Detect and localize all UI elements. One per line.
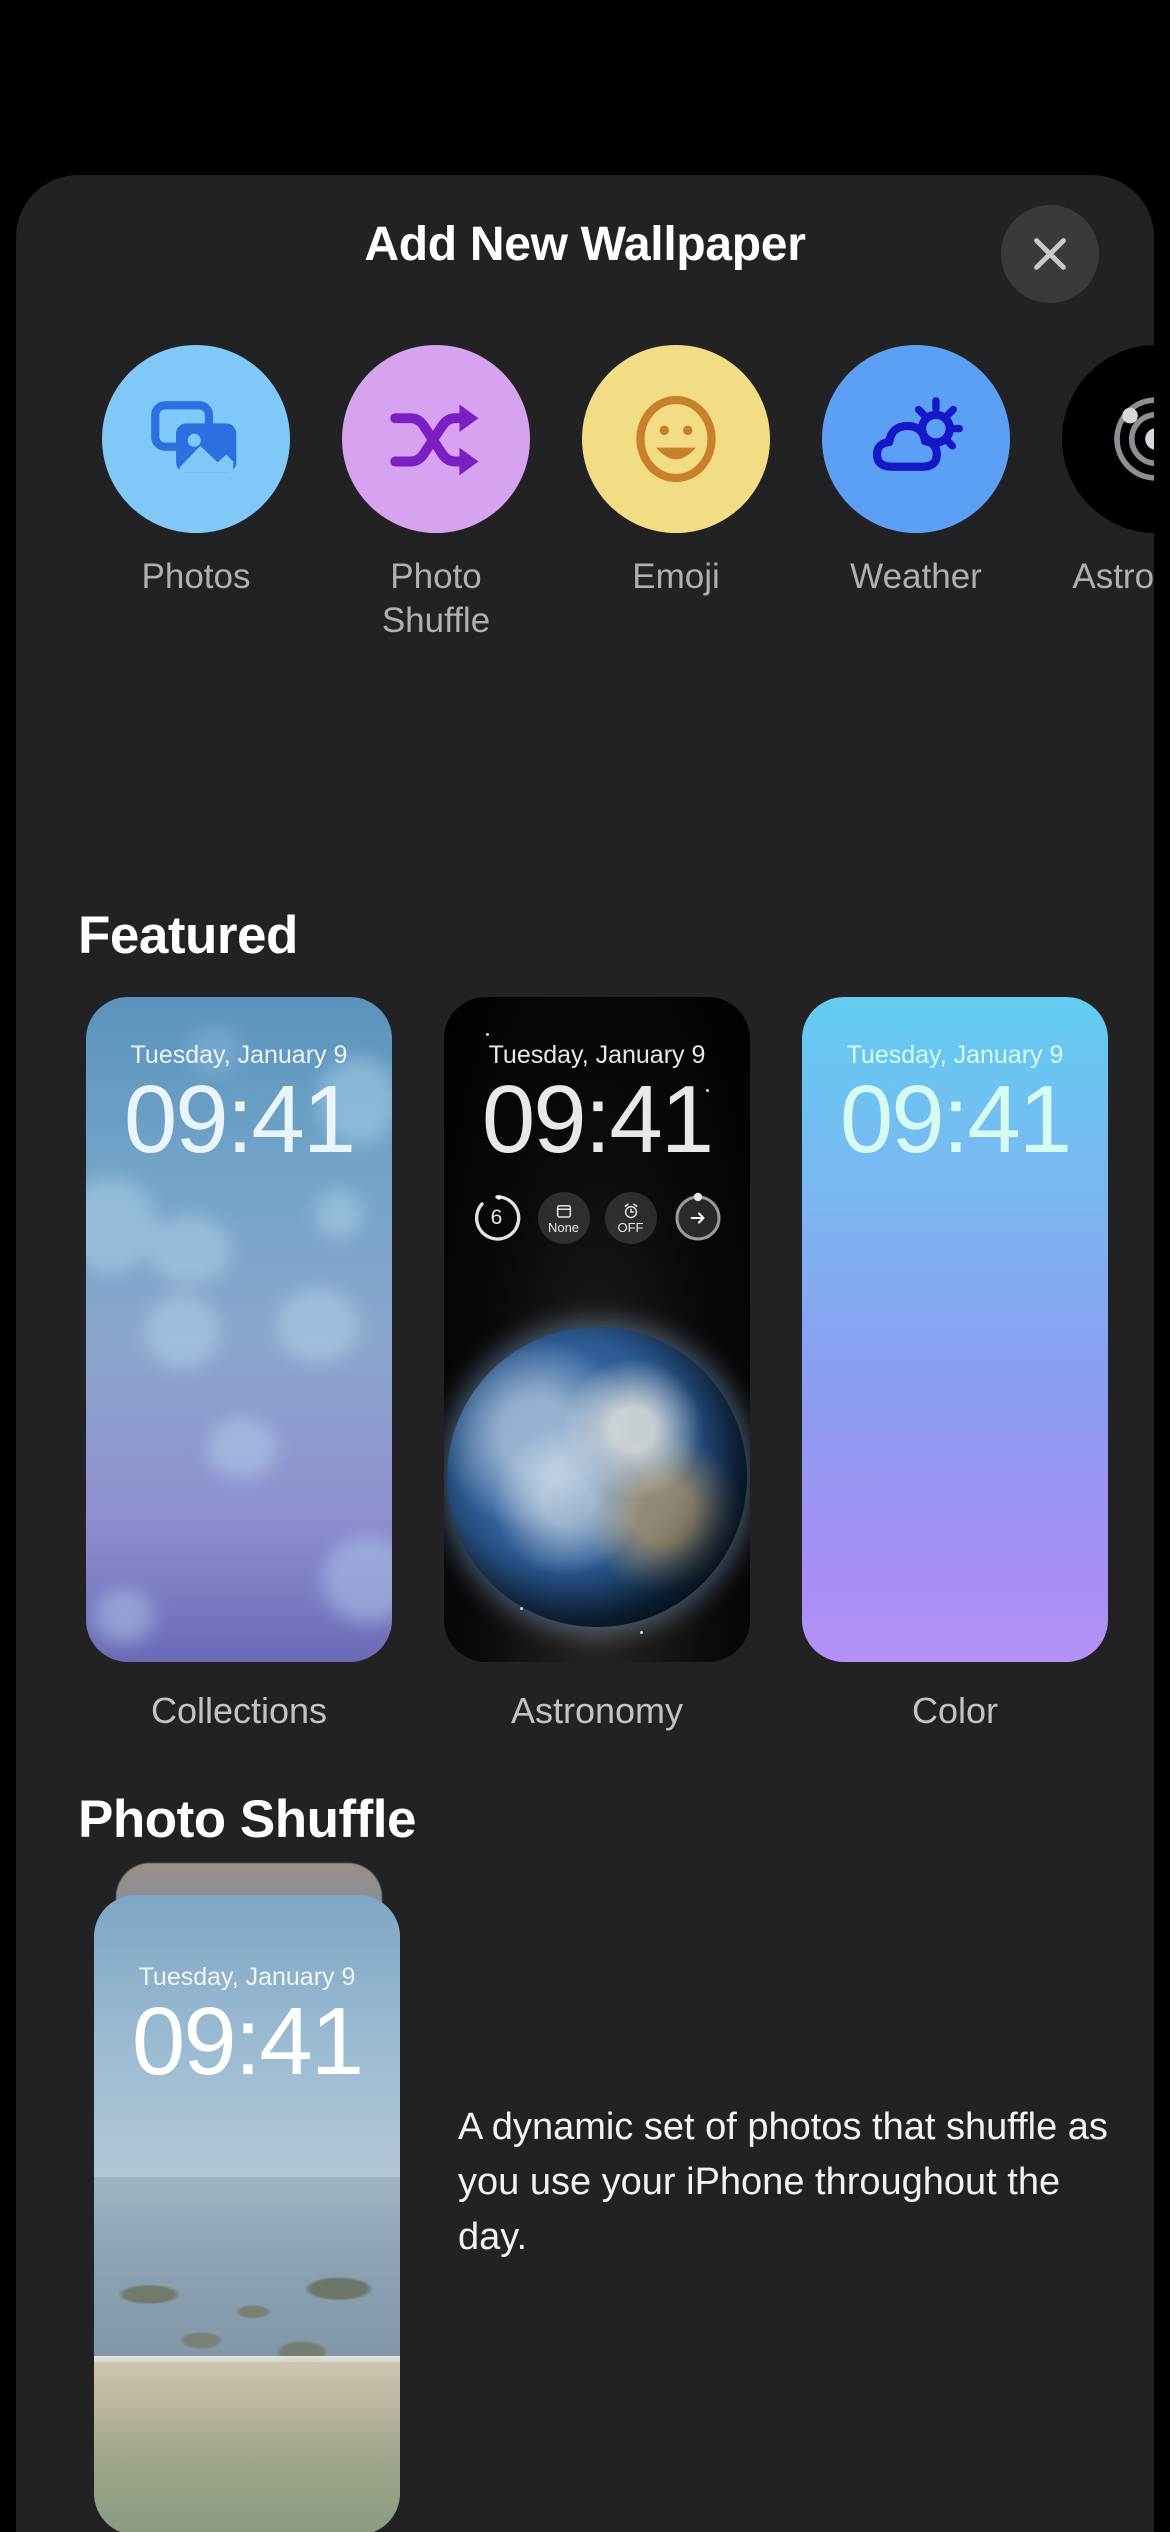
calendar-icon xyxy=(556,1204,571,1218)
wallpaper-preview-photo-shuffle[interactable]: Tuesday, January 9 09:41 xyxy=(94,1895,400,2532)
calendar-value: None xyxy=(547,1219,580,1235)
wallpaper-preview-collections[interactable]: Tuesday, January 9 09:41 xyxy=(86,997,392,1662)
photo-shuffle-card-wrap[interactable]: Tuesday, January 9 09:41 xyxy=(94,1863,400,2532)
lock-widget-row[interactable]: 6 None OFF xyxy=(444,1192,750,1244)
wallpaper-preview-astronomy[interactable]: Tuesday, January 9 09:41 6 None OFF xyxy=(444,997,750,1662)
category-emoji[interactable]: Emoji xyxy=(556,345,796,643)
emoji-circle xyxy=(582,345,770,533)
calendar-widget[interactable]: None xyxy=(537,1192,590,1244)
iphone-screen: Add New Wallpaper Photos Photo Shuffle E… xyxy=(0,0,1170,2532)
wallpaper-type-row[interactable]: Photos Photo Shuffle Emoji Weather Astro xyxy=(16,345,1154,643)
sheet-header: Add New Wallpaper xyxy=(16,175,1154,327)
lock-time: 09:41 xyxy=(481,1066,714,1173)
category-photos[interactable]: Photos xyxy=(76,345,316,643)
photo-shuffle-block: Tuesday, January 9 09:41 A dynamic set o… xyxy=(16,1863,1154,2532)
wallpaper-item-astronomy[interactable]: Tuesday, January 9 09:41 6 None OFF Astr… xyxy=(444,997,750,1732)
alarm-value: OFF xyxy=(617,1219,644,1235)
wallpaper-label: Astronomy xyxy=(510,1690,684,1731)
alarm-icon xyxy=(624,1203,637,1218)
wallpaper-item-collections[interactable]: Tuesday, January 9 09:41 Collections xyxy=(86,997,392,1732)
solar-system-icon xyxy=(1114,397,1154,481)
uv-index-widget[interactable]: 6 xyxy=(471,1192,523,1244)
bokeh-circle xyxy=(144,1293,220,1369)
category-label: Photo Shuffle xyxy=(381,557,491,640)
category-weather[interactable]: Weather xyxy=(796,345,1036,643)
lock-time: 09:41 xyxy=(839,1066,1072,1173)
bokeh-circle xyxy=(148,1215,232,1285)
category-label: Emoji xyxy=(632,557,720,596)
photos-icon xyxy=(151,401,237,473)
cloud-sun-icon xyxy=(872,397,964,471)
close-icon xyxy=(1034,238,1066,270)
bokeh-circle xyxy=(276,1287,360,1363)
photo-shuffle-heading: Photo Shuffle xyxy=(78,1790,416,1849)
wallpaper-preview-color[interactable]: Tuesday, January 9 09:41 xyxy=(802,997,1108,1662)
arrow-right-icon xyxy=(690,1212,705,1224)
photo-shuffle-description: A dynamic set of photos that shuffle as … xyxy=(458,2106,1108,2259)
featured-carousel[interactable]: Tuesday, January 9 09:41 Collections Tue… xyxy=(16,997,1154,1732)
add-wallpaper-sheet: Add New Wallpaper Photos Photo Shuffle E… xyxy=(16,175,1154,2532)
photo-shuffle-circle xyxy=(342,345,530,533)
wallpaper-label: Collections xyxy=(150,1690,328,1731)
wallpaper-item-color[interactable]: Tuesday, January 9 09:41 Color xyxy=(802,997,1108,1732)
category-label: Astronomy xyxy=(1072,557,1154,596)
alarm-widget[interactable]: OFF xyxy=(604,1192,657,1244)
lock-time: 09:41 xyxy=(131,1988,364,2095)
category-photo-shuffle[interactable]: Photo Shuffle xyxy=(316,345,556,643)
close-button[interactable] xyxy=(1001,205,1099,303)
star xyxy=(486,1033,489,1036)
earth-globe xyxy=(447,1327,747,1627)
featured-heading: Featured xyxy=(78,906,298,965)
smiley-icon xyxy=(636,395,716,483)
bokeh-circle xyxy=(94,1589,154,1643)
beach-sand xyxy=(94,2362,400,2532)
category-label: Weather xyxy=(850,557,982,596)
weather-circle xyxy=(822,345,1010,533)
bokeh-circle xyxy=(206,1417,278,1479)
photos-circle xyxy=(102,345,290,533)
astronomy-circle xyxy=(1062,345,1154,533)
category-astronomy[interactable]: Astronomy xyxy=(1036,345,1154,643)
category-label: Photos xyxy=(141,557,251,596)
page-title: Add New Wallpaper xyxy=(364,218,806,271)
lock-time: 09:41 xyxy=(123,1066,356,1173)
star xyxy=(640,1631,643,1634)
shuffle-icon xyxy=(390,404,479,476)
uv-gauge-icon xyxy=(474,1195,520,1241)
bokeh-circle xyxy=(314,1189,364,1239)
wallpaper-label: Color xyxy=(911,1690,999,1731)
flight-widget[interactable] xyxy=(672,1192,724,1244)
